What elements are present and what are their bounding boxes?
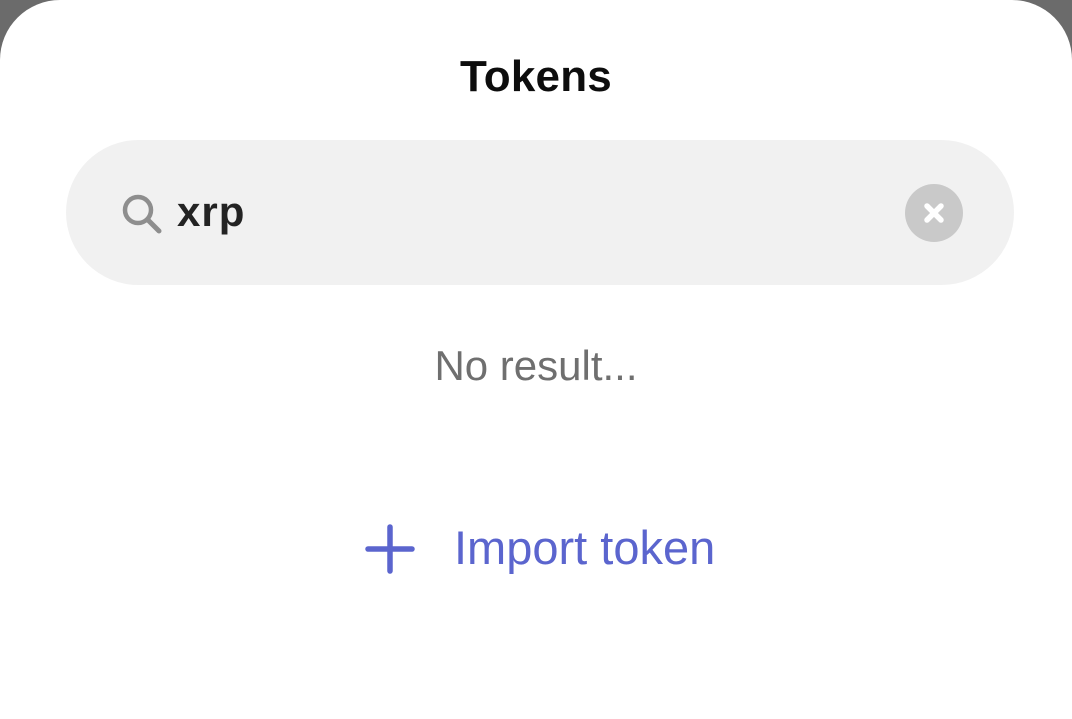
- import-token-label: Import token: [454, 521, 716, 574]
- import-token-button[interactable]: Import token: [358, 514, 758, 584]
- plus-icon: [365, 524, 415, 574]
- search-input[interactable]: xrp: [177, 188, 245, 236]
- sheet-title: Tokens: [460, 52, 612, 101]
- search-icon: [122, 194, 162, 234]
- close-icon: [924, 203, 944, 223]
- no-result-message: No result...: [434, 342, 638, 389]
- tokens-sheet: Tokens xrp No result... Import token: [0, 0, 1072, 719]
- clear-search-button[interactable]: [905, 184, 963, 242]
